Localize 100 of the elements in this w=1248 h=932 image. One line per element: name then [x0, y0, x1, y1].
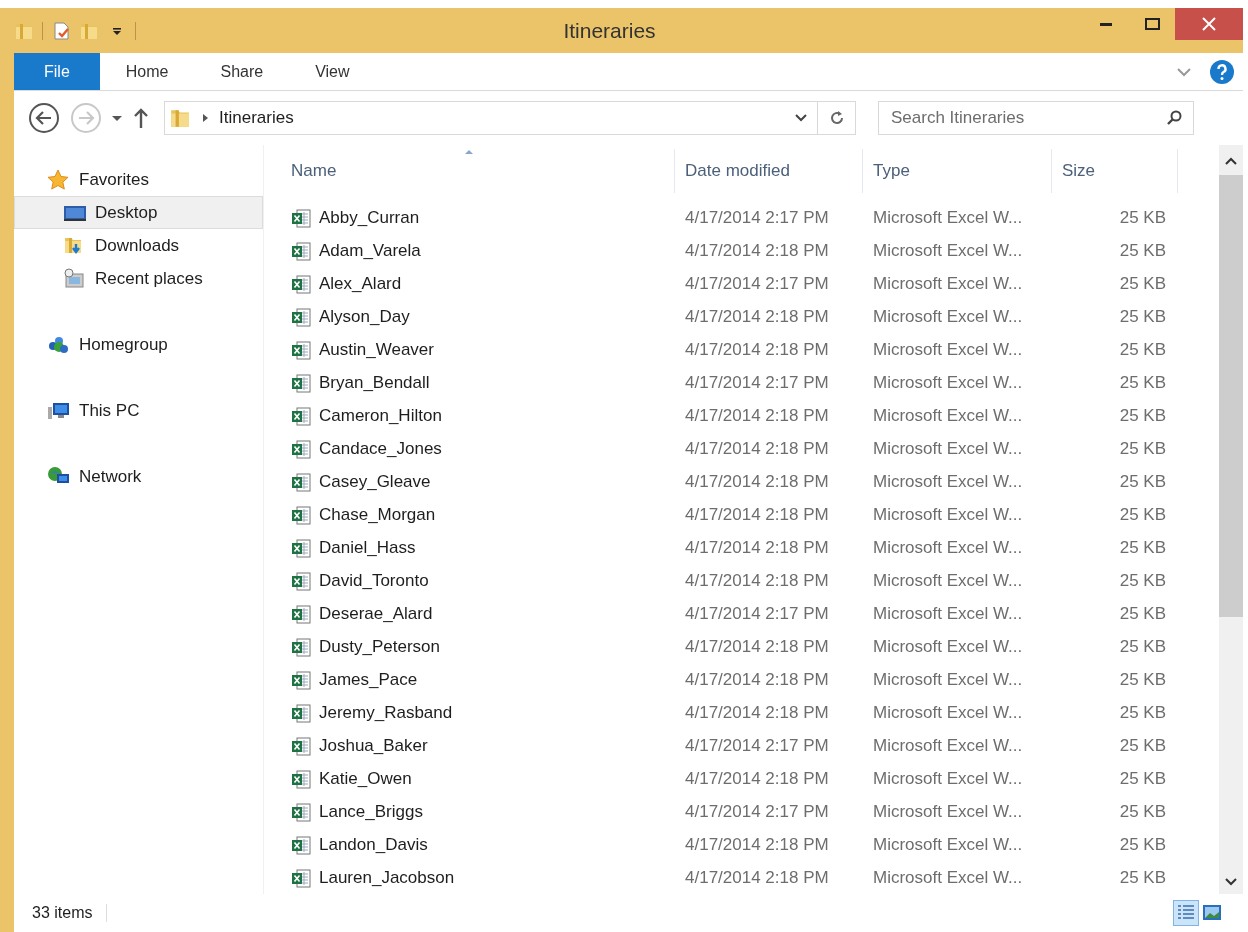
type-cell-text: Microsoft Excel W...: [872, 206, 1024, 229]
file-name[interactable]: Abby_Curran: [319, 204, 420, 231]
spreadsheet-file-icon: [291, 636, 311, 657]
date-cell-text: 4/17/2014 2:18 PM: [684, 536, 830, 559]
breadcrumb-item[interactable]: Itineraries: [219, 105, 294, 131]
file-name[interactable]: James_Pace: [319, 666, 418, 693]
sidebar-item[interactable]: Network: [14, 460, 263, 493]
file-name[interactable]: Deserae_Alard: [319, 600, 433, 627]
date-cell-text: 4/17/2014 2:17 PM: [684, 800, 830, 823]
file-name[interactable]: Jeremy_Rasband: [319, 699, 453, 726]
column-header[interactable]: Name: [264, 149, 675, 193]
spreadsheet-file-icon: [291, 438, 311, 459]
type-cell-text: Microsoft Excel W...: [872, 833, 1024, 856]
spreadsheet-file-icon: [291, 801, 311, 822]
large-icons-view-icon: [1202, 903, 1222, 923]
date-cell-text: 4/17/2014 2:18 PM: [684, 437, 830, 460]
file-name[interactable]: Chase_Morgan: [319, 501, 436, 528]
checked-document-icon[interactable]: [51, 20, 71, 41]
star-icon: [47, 168, 71, 191]
type-cell-text: Microsoft Excel W...: [872, 470, 1024, 493]
file-name[interactable]: Cameron_Hilton: [319, 402, 442, 429]
minimize-icon: [1100, 22, 1112, 26]
file-name[interactable]: Daniel_Hass: [319, 534, 416, 561]
scrollbar[interactable]: [1219, 145, 1243, 894]
column-header[interactable]: Type: [863, 149, 1052, 193]
date-cell-text: 4/17/2014 2:17 PM: [684, 272, 830, 295]
search-icon[interactable]: [1165, 109, 1183, 127]
sidebar-item[interactable]: Recent places: [14, 262, 263, 295]
search-box[interactable]: Search Itineraries: [878, 101, 1194, 135]
size-cell-text: 25 KB: [1118, 437, 1167, 460]
file-name[interactable]: Joshua_Baker: [319, 732, 428, 759]
size-cell-text: 25 KB: [1118, 371, 1167, 394]
spreadsheet-file-icon: [291, 603, 311, 624]
file-name[interactable]: Austin_Weaver: [319, 336, 434, 363]
type-cell-text: Microsoft Excel W...: [872, 305, 1024, 328]
date-cell-text: 4/17/2014 2:18 PM: [684, 470, 830, 493]
size-cell-text: 25 KB: [1118, 635, 1167, 658]
address-bar[interactable]: Itineraries: [164, 101, 856, 135]
spreadsheet-file-icon: [291, 768, 311, 789]
close-button[interactable]: [1175, 8, 1243, 40]
file-name[interactable]: Adam_Varela: [319, 237, 421, 264]
ribbon-tab[interactable]: Home: [99, 53, 195, 90]
file-name[interactable]: Lance_Briggs: [319, 798, 423, 825]
date-cell-text: 4/17/2014 2:18 PM: [684, 668, 830, 691]
file-name[interactable]: Casey_Gleave: [319, 468, 431, 495]
size-cell-text: 25 KB: [1118, 569, 1167, 592]
ribbon-tab[interactable]: Share: [194, 53, 290, 90]
ribbon-tab[interactable]: View: [289, 53, 376, 90]
type-cell-text: Microsoft Excel W...: [872, 272, 1024, 295]
spreadsheet-file-icon: [291, 702, 311, 723]
folder-icon: [169, 107, 191, 129]
sidebar-item[interactable]: Homegroup: [14, 328, 263, 361]
date-cell-text: 4/17/2014 2:18 PM: [684, 305, 830, 328]
sidebar-item[interactable]: Downloads: [14, 229, 263, 262]
size-cell-text: 25 KB: [1118, 239, 1167, 262]
spreadsheet-file-icon: [291, 570, 311, 591]
file-menu-button[interactable]: File: [14, 53, 100, 90]
type-cell-text: Microsoft Excel W...: [872, 800, 1024, 823]
sidebar-item[interactable]: Desktop: [14, 196, 263, 229]
date-cell-text: 4/17/2014 2:18 PM: [684, 239, 830, 262]
back-button[interactable]: [28, 102, 60, 134]
size-cell-text: 25 KB: [1118, 536, 1167, 559]
spreadsheet-file-icon: [291, 207, 311, 228]
scroll-thumb[interactable]: [1219, 175, 1243, 617]
size-cell-text: 25 KB: [1118, 404, 1167, 427]
spreadsheet-file-icon: [291, 867, 311, 888]
size-cell-text: 25 KB: [1118, 701, 1167, 724]
type-cell-text: Microsoft Excel W...: [872, 734, 1024, 757]
spreadsheet-file-icon: [291, 339, 311, 360]
date-cell-text: 4/17/2014 2:18 PM: [684, 866, 830, 889]
file-name[interactable]: David_Toronto: [319, 567, 429, 594]
size-cell-text: 25 KB: [1118, 206, 1167, 229]
file-name[interactable]: Lauren_Jacobson: [319, 864, 455, 891]
file-name[interactable]: Katie_Owen: [319, 765, 412, 792]
file-name[interactable]: Alex_Alard: [319, 270, 402, 297]
spreadsheet-file-icon: [291, 504, 311, 525]
file-name[interactable]: Dusty_Peterson: [319, 633, 440, 660]
recent-locations-button[interactable]: [112, 115, 122, 121]
size-cell-text: 25 KB: [1118, 305, 1167, 328]
spreadsheet-file-icon: [291, 240, 311, 261]
details-view-button[interactable]: [1173, 900, 1199, 926]
date-cell-text: 4/17/2014 2:18 PM: [684, 338, 830, 361]
spreadsheet-file-icon: [291, 834, 311, 855]
date-cell-text: 4/17/2014 2:18 PM: [684, 833, 830, 856]
date-cell-text: 4/17/2014 2:17 PM: [684, 734, 830, 757]
column-header[interactable]: Size: [1052, 149, 1178, 193]
type-cell-text: Microsoft Excel W...: [872, 767, 1024, 790]
type-cell-text: Microsoft Excel W...: [872, 668, 1024, 691]
item-count: 33 items: [32, 903, 93, 923]
file-name[interactable]: Bryan_Bendall: [319, 369, 430, 396]
file-name[interactable]: Alyson_Day: [319, 303, 410, 330]
sidebar-item[interactable]: This PC: [14, 394, 263, 427]
column-header[interactable]: Date modified: [675, 149, 863, 193]
type-cell-text: Microsoft Excel W...: [872, 635, 1024, 658]
maximize-icon: [1144, 18, 1160, 30]
file-name[interactable]: Candace_Jones: [319, 435, 442, 462]
type-cell-text: Microsoft Excel W...: [872, 569, 1024, 592]
sidebar-item[interactable]: Favorites: [14, 163, 263, 196]
file-name[interactable]: Landon_Davis: [319, 831, 428, 858]
help-icon[interactable]: [1209, 58, 1235, 85]
